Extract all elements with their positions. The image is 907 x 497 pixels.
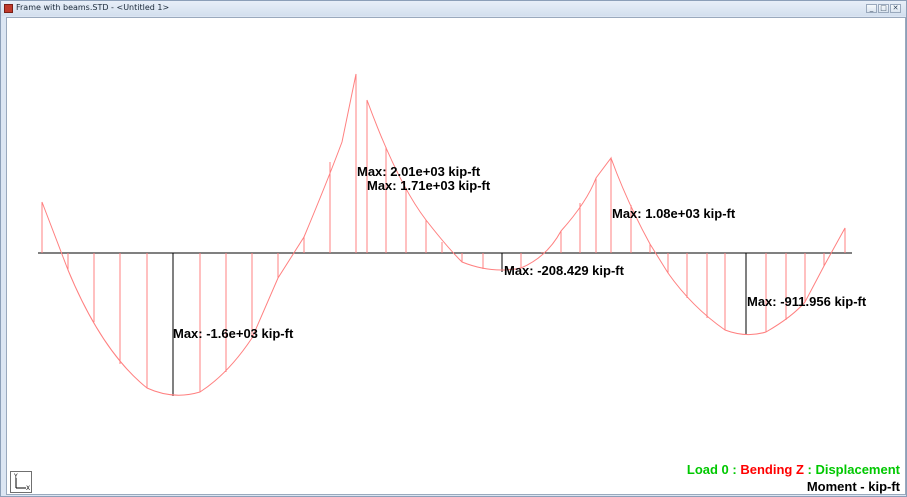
moment-diagram: Max: 2.01e+03 kip-ft Max: 1.71e+03 kip-f…	[38, 73, 867, 396]
max-label-span2-mid: Max: -208.429 kip-ft	[504, 263, 625, 278]
close-button[interactable]: ✕	[890, 4, 901, 13]
legend-separator-2: :	[803, 462, 816, 477]
minimize-button[interactable]: _	[866, 4, 877, 13]
window-title: Frame with beams.STD - <Untitled 1>	[16, 3, 170, 12]
max-label-span3: Max: -911.956 kip-ft	[747, 294, 867, 309]
max-label-support3: Max: 1.08e+03 kip-ft	[612, 206, 736, 221]
maximize-button[interactable]: □	[878, 4, 889, 13]
moment-curves	[41, 73, 846, 396]
max-label-span1: Max: -1.6e+03 kip-ft	[173, 326, 294, 341]
legend-load: Load 0	[686, 462, 729, 477]
max-label-span2-end: Max: 1.71e+03 kip-ft	[367, 178, 491, 193]
app-window: Frame with beams.STD - <Untitled 1> _ □ …	[0, 0, 907, 497]
max-label-span2-start: Max: 2.01e+03 kip-ft	[357, 164, 481, 179]
axis-triad-widget: Y X	[10, 471, 32, 493]
legend-line-1: Load 0 : Bending Z : Displacement	[687, 461, 900, 478]
diagram-canvas[interactable]: Max: 2.01e+03 kip-ft Max: 1.71e+03 kip-f…	[6, 17, 906, 495]
legend-unit: Moment - kip-ft	[806, 479, 900, 494]
legend-displacement: Displacement	[815, 462, 900, 477]
window-controls: _ □ ✕	[866, 4, 901, 13]
load-legend: Load 0 : Bending Z : Displacement Moment…	[687, 461, 900, 495]
axis-triad-icon: Y X	[13, 473, 30, 492]
axis-y-label: Y	[13, 473, 18, 480]
legend-separator-1: :	[728, 462, 741, 477]
app-icon	[4, 4, 13, 13]
axis-x-label: X	[26, 485, 30, 492]
legend-bending: Bending Z	[740, 462, 804, 477]
max-ordinate-lines	[172, 74, 747, 396]
title-bar[interactable]: Frame with beams.STD - <Untitled 1> _ □ …	[1, 1, 906, 16]
